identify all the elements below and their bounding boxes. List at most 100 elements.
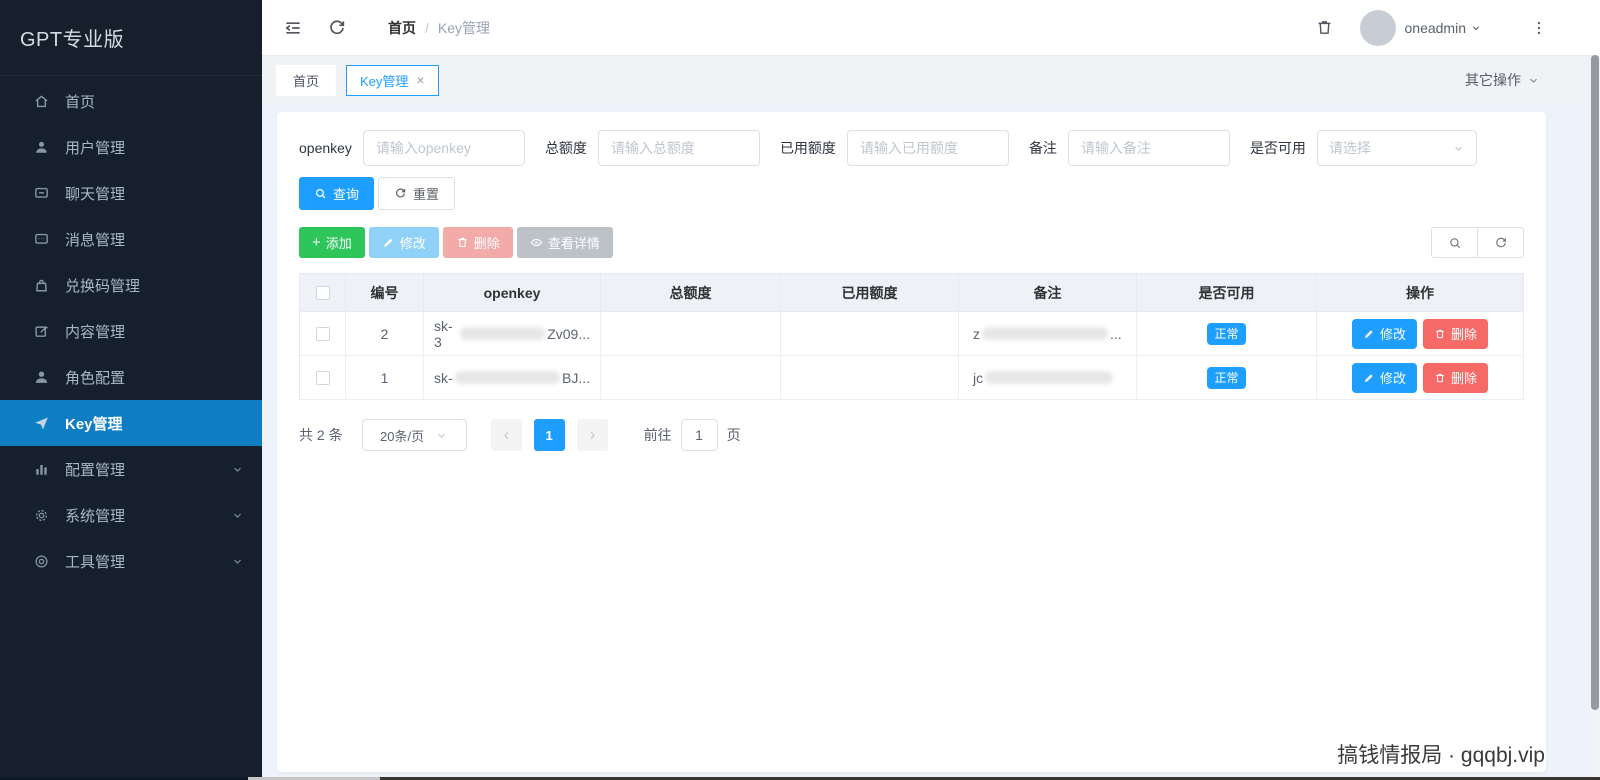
kebab-menu-icon[interactable]: [1530, 19, 1548, 37]
scrollbar-thumb[interactable]: [1591, 55, 1599, 710]
openkey-prefix: sk-3: [434, 317, 453, 350]
trash-icon[interactable]: [1315, 18, 1334, 37]
gear-icon: [33, 507, 50, 524]
row-actions-cell: 修改 删除: [1317, 312, 1524, 356]
col-header-id: 编号: [346, 274, 424, 312]
row-delete-label: 删除: [1451, 327, 1478, 342]
collapse-sidebar-icon[interactable]: [283, 18, 303, 38]
reset-button[interactable]: 重置: [378, 177, 456, 210]
username-label: oneadmin: [1404, 19, 1467, 36]
row-select-cell: [300, 356, 346, 400]
remark-input[interactable]: [1067, 130, 1230, 166]
reset-button-label: 重置: [413, 187, 440, 202]
row-id-cell: 1: [346, 356, 424, 400]
vertical-scrollbar[interactable]: [1590, 55, 1600, 780]
redacted-text: [985, 371, 1114, 384]
chevron-left-icon: [503, 431, 508, 439]
row-edit-button[interactable]: 修改: [1351, 318, 1417, 349]
table-search-toggle-button[interactable]: [1431, 227, 1478, 258]
edit-button-disabled[interactable]: 修改: [368, 227, 439, 258]
sidebar-item-messages[interactable]: 消息管理: [0, 216, 262, 262]
sidebar-item-tools[interactable]: 工具管理: [0, 538, 262, 584]
next-page-button[interactable]: [576, 419, 608, 451]
trash-icon: [1436, 329, 1444, 338]
main-area: 首页 / Key管理 oneadmin 首页 Key管理 × 其它操作 open…: [262, 0, 1600, 780]
remark-prefix: jc: [973, 369, 984, 386]
remark-suffix: ...: [1110, 325, 1122, 342]
sidebar-item-redeem-codes[interactable]: 兑换码管理: [0, 262, 262, 308]
row-used-quota-cell: [781, 312, 959, 356]
sidebar-item-label: 角色配置: [65, 369, 126, 387]
sidebar-item-system[interactable]: 系统管理: [0, 492, 262, 538]
filter-availability: 是否可用 请选择: [1250, 130, 1477, 166]
bar-chart-icon: [33, 461, 50, 478]
availability-select[interactable]: 请选择: [1316, 130, 1477, 166]
total-quota-input[interactable]: [597, 130, 760, 166]
sidebar-item-home[interactable]: 首页: [0, 78, 262, 124]
goto-label: 前往: [643, 427, 672, 443]
used-quota-input[interactable]: [846, 130, 1009, 166]
more-actions-label: 其它操作: [1465, 72, 1521, 88]
sidebar-item-config[interactable]: 配置管理: [0, 446, 262, 492]
breadcrumb-separator: /: [425, 19, 429, 36]
view-detail-button-disabled[interactable]: 查看详情: [516, 227, 613, 258]
chevron-down-icon: [1470, 22, 1482, 34]
tab-key-management[interactable]: Key管理 ×: [346, 64, 439, 96]
refresh-page-icon[interactable]: [327, 18, 347, 38]
page-size-select[interactable]: 20条/页: [361, 419, 467, 451]
redacted-text: [982, 327, 1108, 340]
reset-icon: [396, 188, 406, 198]
filter-label: 是否可用: [1249, 140, 1306, 156]
row-edit-label: 修改: [1379, 327, 1406, 342]
filter-actions: 查询 重置: [299, 177, 1524, 210]
row-delete-button[interactable]: 删除: [1423, 362, 1489, 393]
table-row: 1 sk- BJ... jc 正常 修改 删除: [300, 356, 1524, 400]
more-actions-dropdown[interactable]: 其它操作: [1465, 70, 1540, 90]
sidebar-item-label: 系统管理: [65, 507, 126, 525]
row-openkey-cell: sk- BJ...: [424, 356, 601, 400]
col-header-remark: 备注: [959, 274, 1137, 312]
tab-home[interactable]: 首页: [276, 64, 337, 96]
goto-page-input[interactable]: [680, 419, 718, 451]
breadcrumb-home[interactable]: 首页: [388, 18, 416, 38]
avatar[interactable]: [1359, 9, 1396, 46]
refresh-icon: [1495, 237, 1506, 247]
keys-table: 编号 openkey 总额度 已用额度 备注 是否可用 操作 2 sk-3 Zv0…: [299, 273, 1524, 400]
filter-label: 已用额度: [779, 140, 836, 156]
table-tools: [1431, 227, 1524, 258]
add-button[interactable]: + 添加: [299, 227, 365, 258]
sidebar-item-label: 用户管理: [65, 139, 126, 157]
sidebar-item-label: Key管理: [65, 415, 123, 433]
filter-label: 备注: [1028, 140, 1057, 156]
openkey-input[interactable]: [362, 130, 525, 166]
person-icon: [33, 369, 50, 386]
sidebar-item-roles[interactable]: 角色配置: [0, 354, 262, 400]
sidebar: GPT专业版 首页 用户管理 聊天管理 消息管理 兑换码管理 内容管理 角色配置…: [0, 0, 262, 780]
search-button[interactable]: 查询: [299, 177, 375, 210]
breadcrumb-current: Key管理: [437, 19, 491, 36]
sidebar-item-key-management[interactable]: Key管理: [0, 400, 262, 446]
table-refresh-button[interactable]: [1477, 227, 1524, 258]
chevron-down-icon: [231, 509, 244, 522]
close-tab-icon[interactable]: ×: [416, 73, 424, 87]
watermark: 搞钱情报局 · gqqbj.vip: [1337, 744, 1545, 767]
sidebar-item-content[interactable]: 内容管理: [0, 308, 262, 354]
row-checkbox[interactable]: [315, 370, 330, 385]
paper-plane-icon: [33, 415, 50, 432]
page-number-current[interactable]: 1: [533, 419, 565, 451]
delete-button-disabled[interactable]: 删除: [442, 227, 513, 258]
sidebar-item-chat[interactable]: 聊天管理: [0, 170, 262, 216]
user-menu[interactable]: oneadmin: [1405, 20, 1483, 36]
row-checkbox[interactable]: [315, 326, 330, 341]
prev-page-button[interactable]: [490, 419, 522, 451]
select-all-checkbox[interactable]: [315, 285, 330, 300]
row-edit-button[interactable]: 修改: [1351, 362, 1417, 393]
table-toolbar: + 添加 修改 删除 查看详情: [299, 227, 1524, 258]
sidebar-item-users[interactable]: 用户管理: [0, 124, 262, 170]
filter-remark: 备注: [1029, 130, 1230, 166]
pencil-icon: [1364, 329, 1373, 338]
status-badge: 正常: [1207, 366, 1246, 389]
row-delete-button[interactable]: 删除: [1423, 318, 1489, 349]
row-status-cell: 正常: [1137, 356, 1317, 400]
openkey-prefix: sk-: [434, 369, 453, 386]
